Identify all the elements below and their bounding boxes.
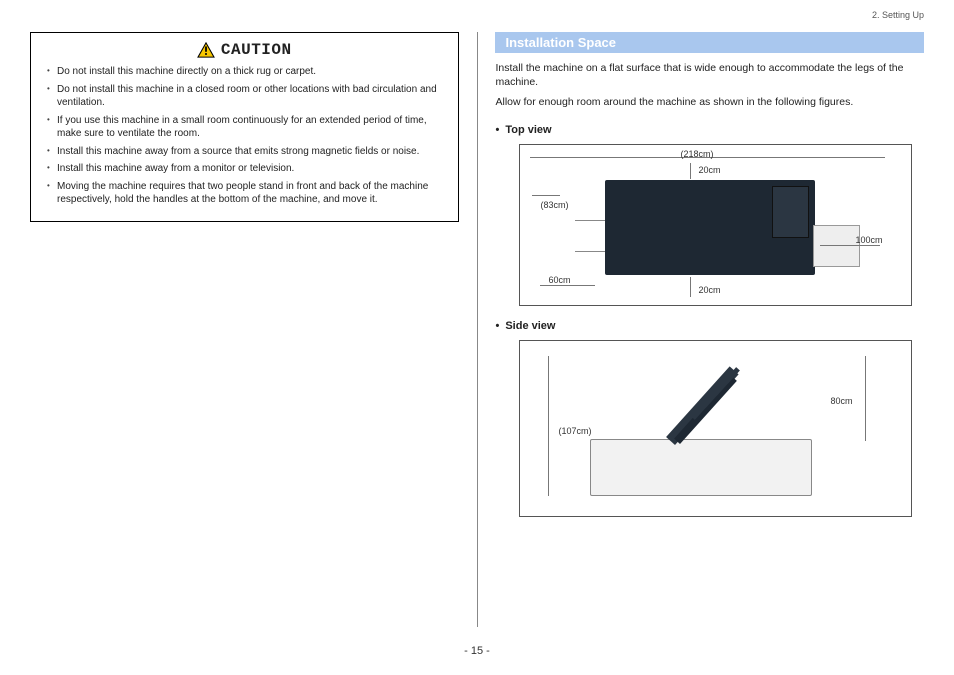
- caution-item: Do not install this machine in a closed …: [57, 83, 448, 110]
- dim-back: 20cm: [698, 165, 720, 175]
- caution-box: CAUTION Do not install this machine dire…: [30, 32, 459, 222]
- chapter-header: 2. Setting Up: [872, 10, 924, 20]
- dim-height: (107cm): [558, 426, 591, 436]
- dim-above: 80cm: [830, 396, 852, 406]
- dim-depth: (83cm): [540, 200, 568, 210]
- caution-item: Install this machine away from a source …: [57, 145, 448, 159]
- top-view-figure: (218cm) 20cm (83cm) 100cm 60cm: [519, 144, 912, 306]
- caution-item: If you use this machine in a small room …: [57, 114, 448, 141]
- caution-item: Moving the machine requires that two peo…: [57, 180, 448, 207]
- warning-triangle-icon: [197, 42, 215, 58]
- control-panel-shape: [772, 186, 809, 238]
- output-tray-shape: [813, 225, 860, 267]
- side-view-figure: (107cm) 80cm: [519, 340, 912, 517]
- side-view-label: Side view: [495, 320, 924, 332]
- dim-front: 20cm: [698, 285, 720, 295]
- caution-title: CAUTION: [221, 41, 292, 59]
- right-column: Installation Space Install the machine o…: [477, 32, 924, 523]
- printer-top-shape: [605, 180, 815, 275]
- page-number: - 15 -: [0, 645, 954, 657]
- dim-right: 100cm: [855, 235, 882, 245]
- dim-width-total: (218cm): [680, 149, 713, 159]
- intro-paragraph: Install the machine on a flat surface th…: [495, 61, 924, 89]
- two-column-layout: CAUTION Do not install this machine dire…: [30, 32, 924, 632]
- left-column: CAUTION Do not install this machine dire…: [30, 32, 477, 222]
- intro-paragraph: Allow for enough room around the machine…: [495, 95, 924, 109]
- caution-title-row: CAUTION: [41, 41, 448, 59]
- printer-base-shape: [590, 439, 812, 496]
- section-heading: Installation Space: [495, 32, 924, 53]
- caution-list: Do not install this machine directly on …: [41, 65, 448, 207]
- paper-feed-shape: [575, 220, 605, 252]
- top-view-label: Top view: [495, 124, 924, 136]
- printer-lid-inner-shape: [675, 375, 738, 444]
- page-container: 2. Setting Up CAUTION Do not install t: [0, 0, 954, 675]
- dim-left: 60cm: [548, 275, 570, 285]
- caution-item: Install this machine away from a monitor…: [57, 162, 448, 176]
- caution-item: Do not install this machine directly on …: [57, 65, 448, 79]
